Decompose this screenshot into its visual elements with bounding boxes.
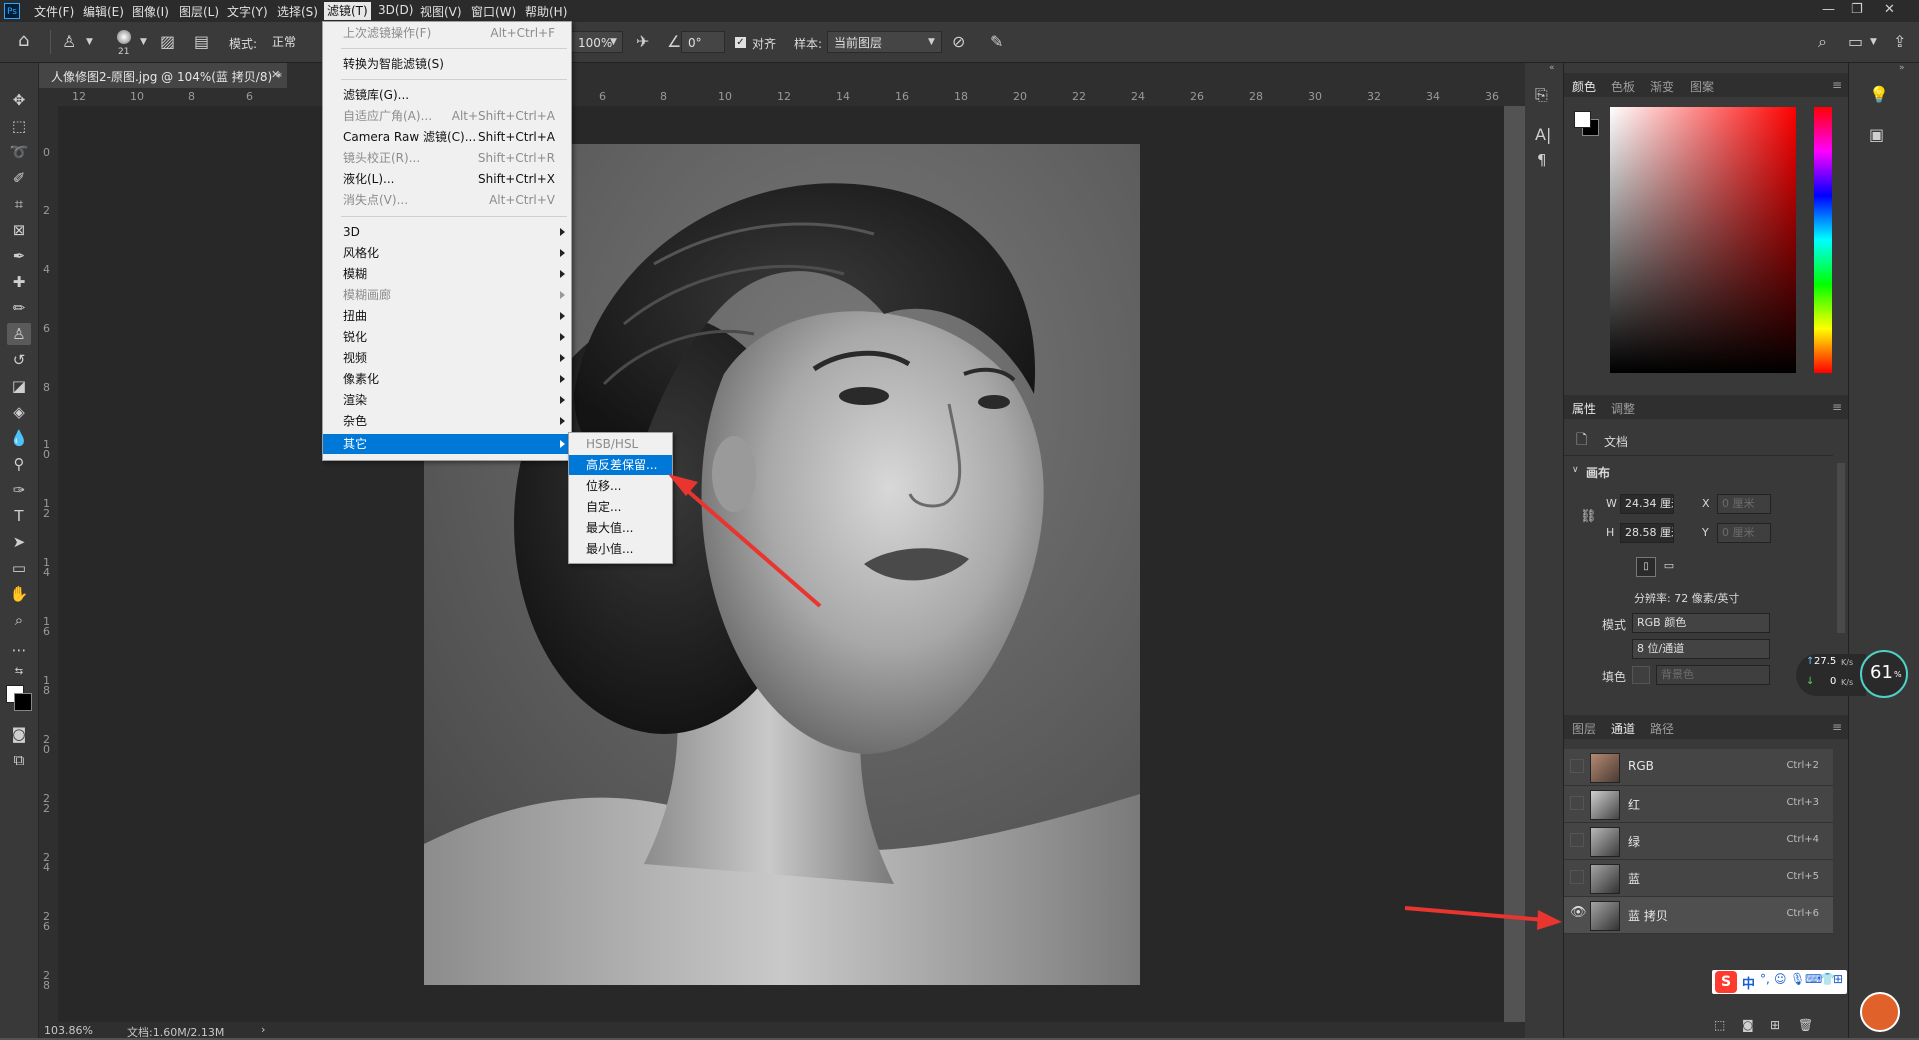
annotation-arrows xyxy=(668,474,1562,930)
foreground-color-swatch[interactable] xyxy=(1574,111,1591,128)
annotation-arrowhead xyxy=(1537,910,1562,930)
annotation-arrowhead xyxy=(668,474,698,496)
annotation-arrow-to-high-pass xyxy=(680,484,822,608)
annotation-arrow-to-blue-copy xyxy=(1404,906,1546,922)
